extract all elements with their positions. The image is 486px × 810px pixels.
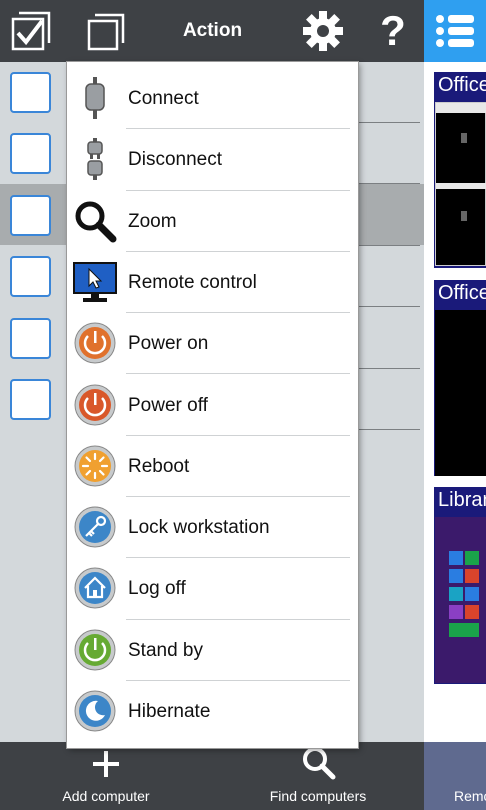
remote-tab-button[interactable]: Remo bbox=[424, 742, 486, 810]
select-all-button[interactable] bbox=[0, 0, 62, 62]
screenshot-panel: Office Office Librar bbox=[424, 62, 486, 742]
screenshot-thumbnail[interactable]: Office bbox=[434, 72, 486, 268]
row-checkbox[interactable] bbox=[10, 195, 51, 236]
row-divider bbox=[356, 183, 420, 184]
row-checkbox[interactable] bbox=[10, 133, 51, 174]
thumbnail-title: Librar bbox=[438, 489, 486, 511]
menu-item-power-off[interactable]: Power off bbox=[67, 375, 358, 436]
reboot-icon bbox=[73, 444, 117, 488]
power-on-icon bbox=[73, 321, 117, 365]
thumbnail-screen bbox=[435, 517, 486, 683]
row-divider bbox=[356, 122, 420, 123]
deselect-button[interactable] bbox=[72, 0, 134, 62]
menu-item-lock-workstation[interactable]: Lock workstation bbox=[67, 497, 358, 559]
thumbnail-screen bbox=[435, 102, 486, 266]
menu-item-label: Remote control bbox=[128, 271, 257, 293]
add-computer-label: Add computer bbox=[62, 788, 150, 804]
menu-item-zoom[interactable]: Zoom bbox=[67, 191, 358, 252]
plus-icon bbox=[93, 751, 119, 777]
menu-item-label: Stand by bbox=[128, 639, 203, 661]
row-checkbox[interactable] bbox=[10, 72, 51, 113]
list-view-button[interactable] bbox=[424, 0, 486, 62]
zoom-icon bbox=[73, 199, 117, 243]
menu-item-reboot[interactable]: Reboot bbox=[67, 436, 358, 498]
menu-item-power-on[interactable]: Power on bbox=[67, 313, 358, 375]
row-checkbox[interactable] bbox=[10, 379, 51, 420]
row-divider bbox=[356, 306, 420, 307]
menu-item-log-off[interactable]: Log off bbox=[67, 558, 358, 620]
menu-item-label: Reboot bbox=[128, 455, 190, 477]
row-divider bbox=[356, 368, 420, 369]
disconnect-plug-icon bbox=[73, 137, 117, 181]
row-divider bbox=[356, 245, 420, 246]
action-title[interactable]: Action bbox=[150, 0, 275, 62]
menu-item-label: Power off bbox=[128, 394, 208, 416]
row-checkbox[interactable] bbox=[10, 318, 51, 359]
screenshot-thumbnail[interactable]: Librar bbox=[434, 487, 486, 684]
settings-button[interactable] bbox=[292, 0, 354, 62]
search-icon bbox=[303, 747, 336, 780]
help-button[interactable]: ? bbox=[362, 0, 424, 62]
bottom-appbar: Add computer Find computers bbox=[0, 742, 424, 810]
log-off-icon bbox=[73, 566, 117, 610]
find-computers-label: Find computers bbox=[269, 788, 367, 804]
copy-icon bbox=[87, 13, 125, 51]
menu-item-label: Power on bbox=[128, 333, 209, 355]
row-checkbox[interactable] bbox=[10, 256, 51, 297]
action-menu: Connect Disconnect Zoom Remote control P… bbox=[67, 62, 358, 748]
menu-item-label: Log off bbox=[128, 578, 186, 600]
top-toolbar: Action ? bbox=[0, 0, 424, 62]
connect-plug-icon bbox=[73, 76, 117, 120]
remote-tab-label: Remo bbox=[454, 788, 486, 804]
lock-workstation-icon bbox=[73, 505, 117, 549]
menu-item-remote-control[interactable]: Remote control bbox=[67, 252, 358, 314]
row-divider bbox=[356, 429, 420, 430]
find-computers-button[interactable]: Find computers bbox=[258, 742, 378, 810]
menu-item-disconnect[interactable]: Disconnect bbox=[67, 129, 358, 191]
list-icon bbox=[436, 15, 474, 47]
menu-item-stand-by[interactable]: Stand by bbox=[67, 620, 358, 681]
menu-item-label: Hibernate bbox=[128, 701, 211, 722]
select-all-icon bbox=[11, 11, 51, 51]
thumbnail-title: Office bbox=[438, 74, 486, 96]
thumbnail-screen bbox=[435, 310, 486, 476]
remote-control-monitor-icon bbox=[73, 260, 117, 304]
menu-item-label: Lock workstation bbox=[128, 517, 270, 539]
help-icon: ? bbox=[380, 7, 406, 54]
thumbnail-title: Office bbox=[438, 282, 486, 304]
screenshot-thumbnail[interactable]: Office bbox=[434, 280, 486, 476]
menu-item-connect[interactable]: Connect bbox=[67, 68, 358, 130]
power-off-icon bbox=[73, 383, 117, 427]
hibernate-icon bbox=[73, 689, 117, 733]
stand-by-icon bbox=[73, 628, 117, 672]
menu-item-label: Connect bbox=[128, 88, 199, 109]
add-computer-button[interactable]: Add computer bbox=[46, 742, 166, 810]
menu-item-label: Zoom bbox=[128, 210, 177, 232]
gear-icon bbox=[303, 11, 343, 51]
menu-item-label: Disconnect bbox=[128, 149, 222, 171]
menu-item-hibernate[interactable]: Hibernate bbox=[67, 681, 358, 742]
